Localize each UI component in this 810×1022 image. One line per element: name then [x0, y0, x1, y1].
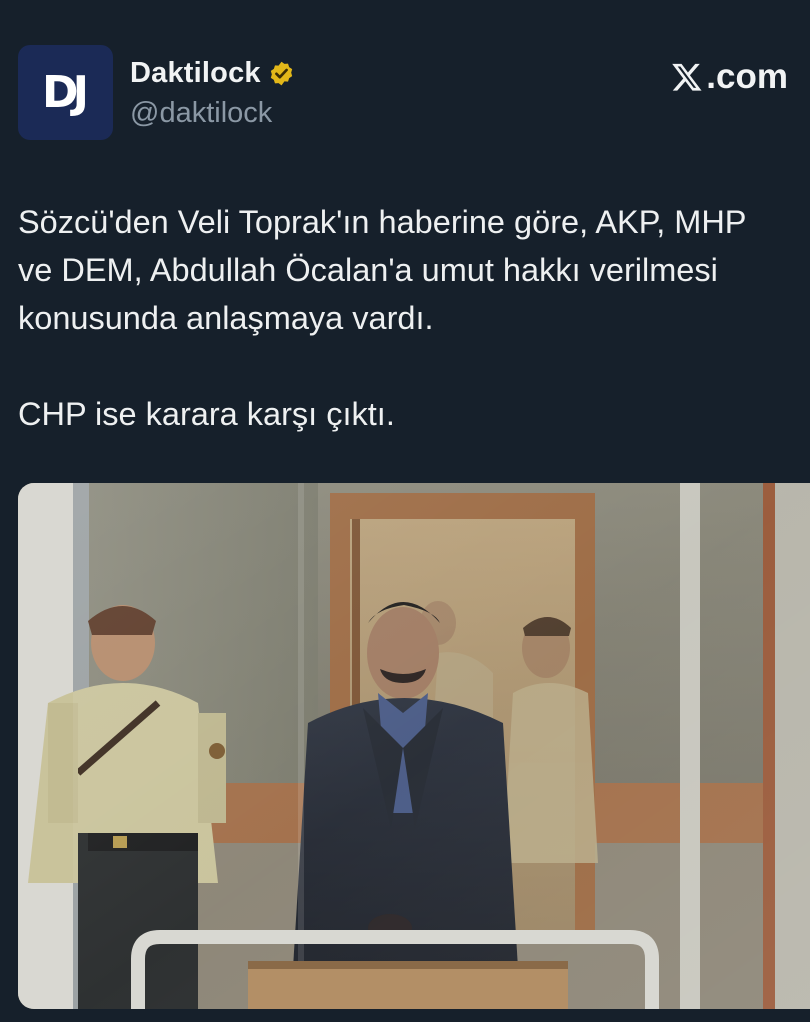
x-com-brand: .com [670, 57, 788, 97]
display-name[interactable]: Daktilock [130, 57, 261, 90]
courtroom-photo [18, 483, 810, 1009]
tweet-paragraph-2: CHP ise karara karşı çıktı. [18, 396, 395, 432]
name-row: Daktilock [130, 57, 295, 90]
avatar[interactable]: DJ [18, 45, 113, 140]
x-logo-icon [672, 63, 702, 91]
verified-badge-icon [270, 61, 292, 86]
tweet-paragraph-1: Sözcü'den Veli Toprak'ın haberine göre, … [18, 204, 746, 336]
x-com-label: .com [706, 57, 788, 96]
tweet-text: Sözcü'den Veli Toprak'ın haberine göre, … [18, 198, 788, 438]
tweet-photo[interactable] [18, 483, 810, 1009]
tweet-header: DJ Daktilock @daktilock .com [18, 45, 788, 143]
handle[interactable]: @daktilock [130, 97, 272, 130]
avatar-text: DJ [42, 67, 89, 118]
